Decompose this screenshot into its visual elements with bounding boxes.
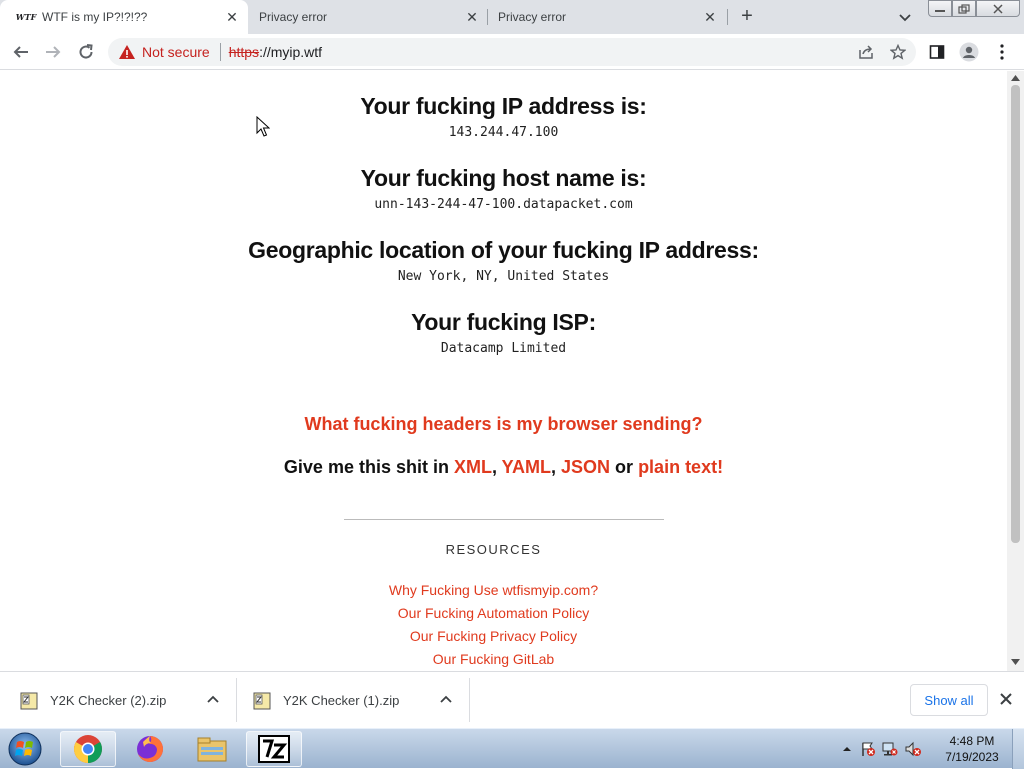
show-all-downloads-button[interactable]: Show all <box>910 684 988 716</box>
profile-avatar-icon[interactable] <box>959 42 979 62</box>
bookmark-star-icon[interactable] <box>888 42 908 62</box>
tab-title: WTF is my IP?!?!?? <box>42 10 148 24</box>
file-explorer-icon <box>197 737 227 762</box>
headers-link[interactable]: What fucking headers is my browser sendi… <box>0 414 1007 435</box>
resource-link-why-use[interactable]: Why Fucking Use wtfismyip.com? <box>0 582 987 598</box>
download-filename: Y2K Checker (1).zip <box>283 693 400 708</box>
comma-separator: , <box>491 457 502 477</box>
tab-title: Privacy error <box>259 10 328 24</box>
url-text: ://myip.wtf <box>259 44 323 60</box>
tab-close-icon[interactable]: ✕ <box>462 7 482 27</box>
wtf-favicon-icon: WTF <box>15 12 37 22</box>
tab-strip: WTF WTF is my IP?!?!?? ✕ Privacy error ✕… <box>0 0 1024 34</box>
new-tab-button[interactable]: + <box>737 6 757 27</box>
scroll-up-arrow-icon[interactable] <box>1011 75 1020 81</box>
geo-heading: Geographic location of your fucking IP a… <box>248 237 759 263</box>
share-icon[interactable] <box>856 42 876 62</box>
xml-link[interactable]: XML <box>454 457 492 477</box>
restore-button[interactable] <box>952 0 976 17</box>
page-scrollbar[interactable] <box>1007 71 1024 671</box>
ip-heading: Your fucking IP address is: <box>360 93 647 119</box>
windows-taskbar: 4:48 PM 7/19/2023 <box>0 728 1024 769</box>
hostname-heading: Your fucking host name is: <box>360 165 647 191</box>
ip-value: 143.244.47.100 <box>448 125 559 140</box>
resources-heading: RESOURCES <box>445 542 542 557</box>
minimize-button[interactable] <box>928 0 952 17</box>
taskbar-file-explorer[interactable] <box>184 731 240 767</box>
resource-link-gitlab[interactable]: Our Fucking GitLab <box>0 651 987 667</box>
show-desktop-button[interactable] <box>1012 729 1024 769</box>
mouse-cursor-icon <box>256 116 270 137</box>
download-item-1[interactable]: Y2K Checker (2).zip <box>20 672 230 729</box>
resource-link-privacy-policy[interactable]: Our Fucking Privacy Policy <box>0 628 987 644</box>
geo-value: New York, NY, United States <box>397 269 610 284</box>
json-link[interactable]: JSON <box>561 457 610 477</box>
taskbar-clock[interactable]: 4:48 PM 7/19/2023 <box>936 733 1008 765</box>
plain-text-link[interactable]: plain text! <box>638 457 723 477</box>
tab-close-icon[interactable]: ✕ <box>222 7 242 27</box>
network-icon[interactable] <box>882 741 898 757</box>
hostname-value: unn-143-244-47-100.datapacket.com <box>374 197 633 212</box>
web-page: Your fucking IP address is: 143.244.47.1… <box>0 71 1007 671</box>
window-close-button[interactable] <box>976 0 1020 17</box>
scroll-down-arrow-icon[interactable] <box>1011 659 1020 665</box>
system-tray <box>842 729 922 769</box>
isp-heading: Your fucking ISP: <box>411 309 596 335</box>
back-arrow-icon[interactable] <box>11 42 31 62</box>
taskbar-firefox[interactable] <box>122 731 178 767</box>
address-bar[interactable]: Not secure https://myip.wtf <box>108 38 916 66</box>
not-secure-label[interactable]: Not secure <box>142 44 210 60</box>
7zip-icon <box>258 735 290 763</box>
start-orb-icon[interactable] <box>4 730 46 768</box>
chevron-up-icon[interactable] <box>439 693 453 707</box>
forward-arrow-icon[interactable] <box>43 42 63 62</box>
firefox-icon <box>137 736 163 762</box>
yaml-link[interactable]: YAML <box>502 457 551 477</box>
download-filename: Y2K Checker (2).zip <box>50 693 167 708</box>
tab-title: Privacy error <box>498 10 567 24</box>
tab-wtf-is-my-ip[interactable]: WTF WTF is my IP?!?!?? ✕ <box>0 0 248 34</box>
clock-date: 7/19/2023 <box>945 750 999 764</box>
taskbar-7zip[interactable] <box>246 731 302 767</box>
scrollbar-thumb[interactable] <box>1011 85 1020 543</box>
clock-time: 4:48 PM <box>949 734 995 748</box>
format-prefix-text: Give me this shit in <box>283 457 454 477</box>
section-divider <box>344 519 664 520</box>
chevron-up-icon[interactable] <box>206 693 220 707</box>
tab-privacy-error-2[interactable]: Privacy error ✕ <box>488 0 726 34</box>
download-bar: Y2K Checker (2).zip Y2K Checker (1).zip … <box>0 671 1024 728</box>
reload-icon[interactable] <box>76 42 96 62</box>
url-scheme: https <box>228 44 260 60</box>
tab-close-icon[interactable]: ✕ <box>700 7 720 27</box>
download-separator <box>469 678 470 722</box>
tab-separator <box>727 9 728 25</box>
warning-triangle-icon[interactable] <box>118 43 136 61</box>
omnibox-divider <box>219 43 221 61</box>
taskbar-chrome[interactable] <box>60 731 116 767</box>
comma-separator: , <box>551 457 562 477</box>
action-center-flag-icon[interactable] <box>860 741 876 757</box>
isp-value: Datacamp Limited <box>440 341 567 356</box>
browser-toolbar: Not secure https://myip.wtf <box>0 34 1024 70</box>
format-options-line: Give me this shit in XML, YAML, JSON or … <box>0 457 1007 478</box>
zip-file-icon <box>20 692 38 709</box>
tab-search-chevron-icon[interactable] <box>896 8 914 26</box>
download-item-2[interactable]: Y2K Checker (1).zip <box>253 672 463 729</box>
download-separator <box>236 678 237 722</box>
side-panel-icon[interactable] <box>927 42 947 62</box>
resource-link-automation-policy[interactable]: Our Fucking Automation Policy <box>0 605 987 621</box>
close-download-bar-icon[interactable] <box>998 691 1014 707</box>
show-hidden-icons-chevron-icon[interactable] <box>842 744 852 754</box>
zip-file-icon <box>253 692 271 709</box>
chrome-icon <box>74 735 102 763</box>
or-text: or <box>610 457 639 477</box>
tab-privacy-error-1[interactable]: Privacy error ✕ <box>248 0 488 34</box>
volume-muted-icon[interactable] <box>904 741 922 757</box>
chrome-menu-kebab-icon[interactable] <box>992 42 1012 62</box>
